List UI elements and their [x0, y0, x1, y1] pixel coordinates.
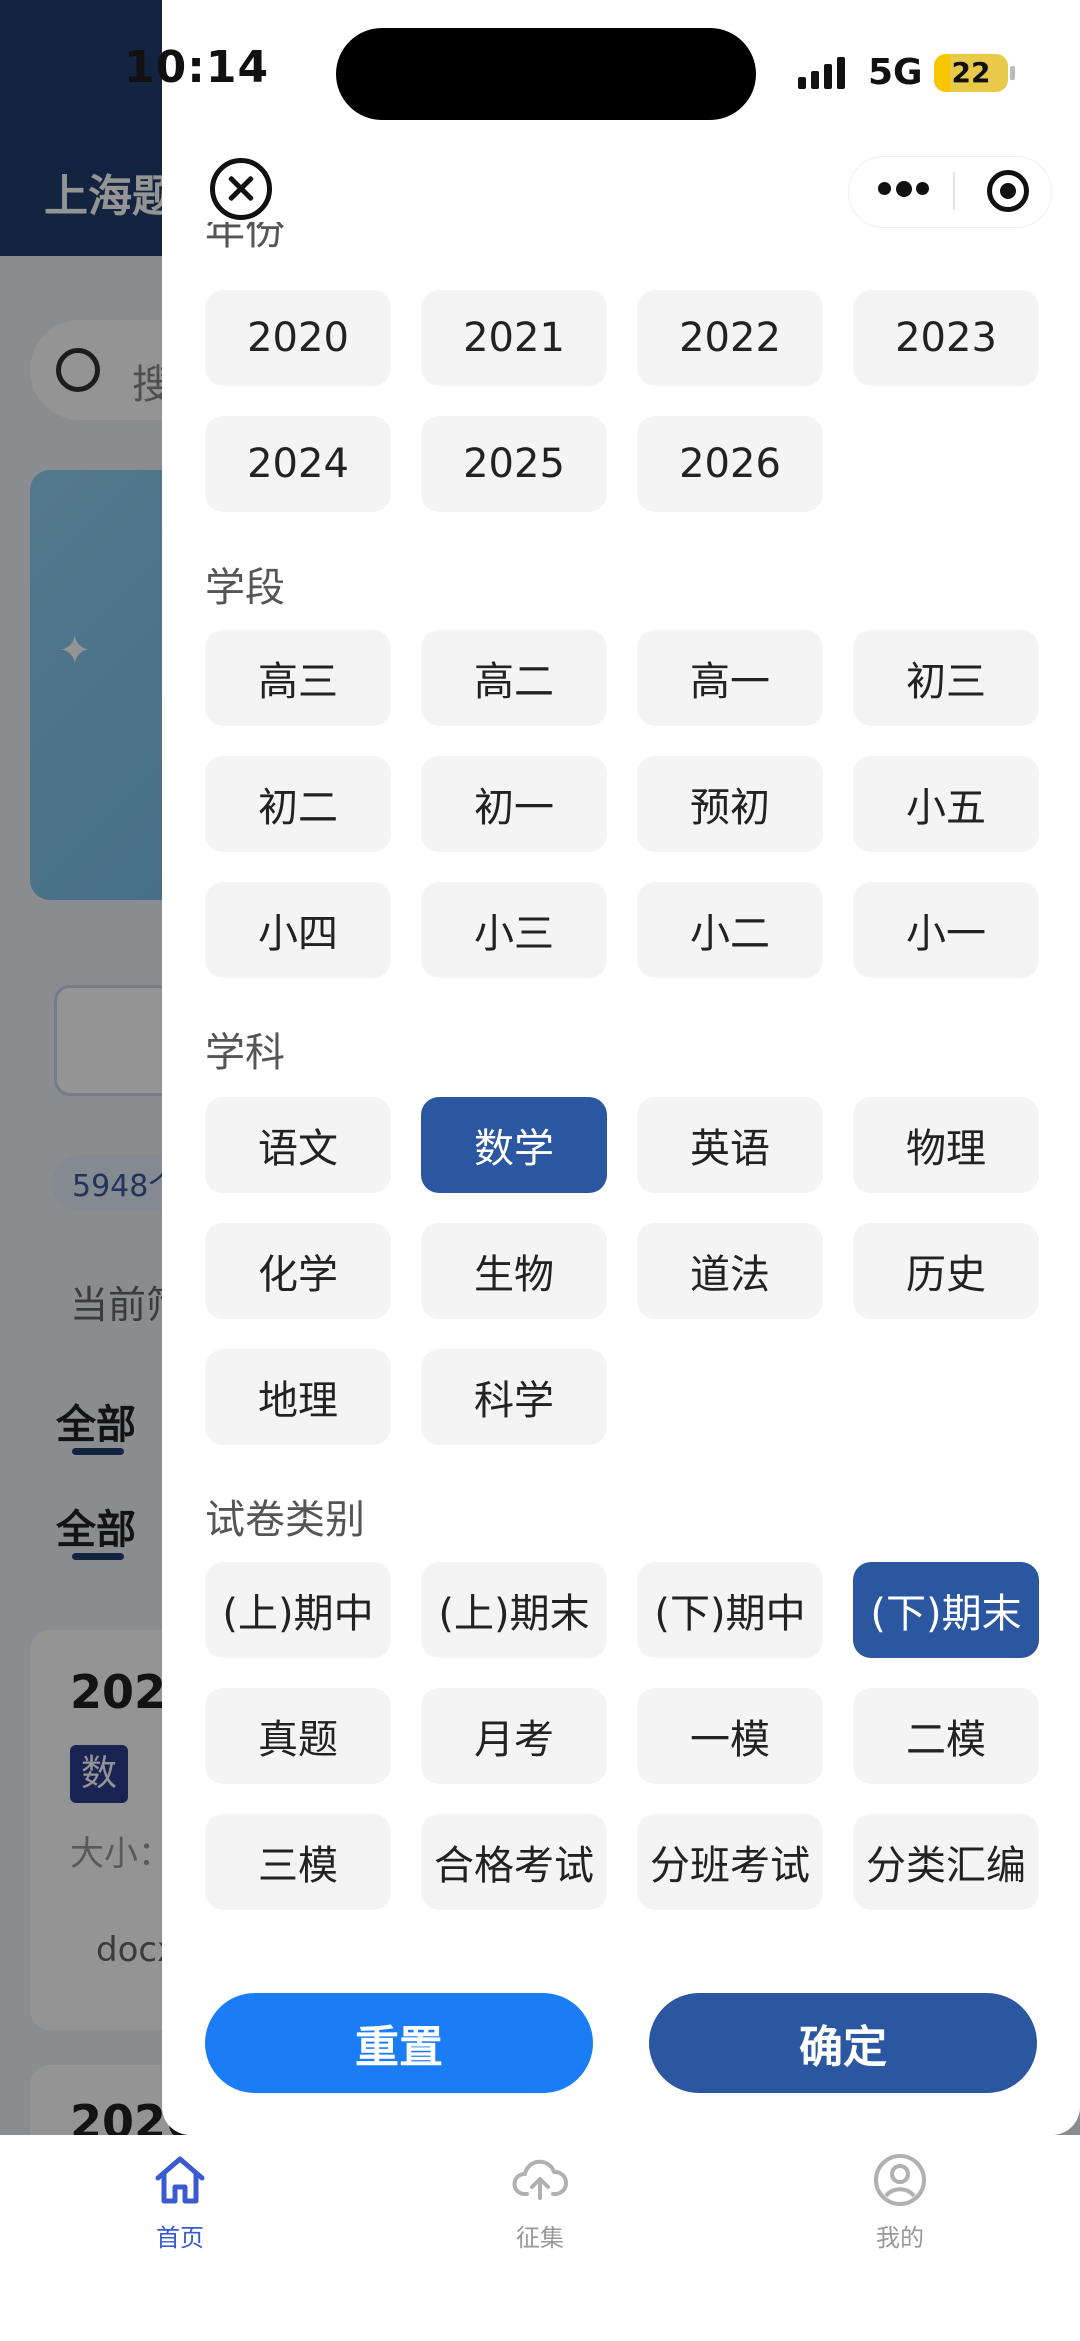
filter-option-chip[interactable]: 2026 [637, 416, 823, 512]
battery-icon: 22 [934, 54, 1008, 92]
filter-option-chip[interactable]: 合格考试 [421, 1814, 607, 1910]
filter-option-chip[interactable]: 2023 [853, 290, 1039, 386]
filter-option-chip[interactable]: 数学 [421, 1097, 607, 1193]
filter-option-chip[interactable]: 月考 [421, 1688, 607, 1784]
filter-option-chip[interactable]: 分类汇编 [853, 1814, 1039, 1910]
filter-option-chip[interactable]: 历史 [853, 1223, 1039, 1319]
close-icon[interactable] [210, 158, 272, 220]
network-type: 5G [868, 52, 923, 93]
filter-option-chip[interactable]: 三模 [205, 1814, 391, 1910]
filter-option-chip[interactable]: 英语 [637, 1097, 823, 1193]
filter-option-chip[interactable]: 地理 [205, 1349, 391, 1445]
home-icon [150, 2150, 210, 2210]
capsule-divider [953, 172, 955, 210]
tab-home-label: 首页 [156, 2224, 204, 2252]
signal-icon [798, 55, 850, 89]
tab-collect[interactable]: 征集 [450, 2150, 630, 2253]
filter-option-chip[interactable]: 二模 [853, 1688, 1039, 1784]
filter-option-chip[interactable]: 科学 [421, 1349, 607, 1445]
status-time: 10:14 [124, 42, 270, 93]
target-icon[interactable] [987, 170, 1029, 212]
filter-option-chip[interactable]: 小三 [421, 882, 607, 978]
filter-option-chip[interactable]: 高一 [637, 630, 823, 726]
tab-mine-label: 我的 [876, 2224, 924, 2252]
filter-option-chip[interactable]: 化学 [205, 1223, 391, 1319]
filter-option-chip[interactable]: (下)期末 [853, 1562, 1039, 1658]
filter-option-chip[interactable]: (上)期末 [421, 1562, 607, 1658]
cloud-upload-icon [510, 2150, 570, 2210]
section-title: 年份 [205, 222, 285, 254]
filter-option-chip[interactable]: 2021 [421, 290, 607, 386]
filter-option-chip[interactable]: 小五 [853, 756, 1039, 852]
filter-option-chip[interactable]: 高二 [421, 630, 607, 726]
filter-option-chip[interactable]: 道法 [637, 1223, 823, 1319]
more-icon[interactable] [878, 181, 930, 198]
filter-option-chip[interactable]: 物理 [853, 1097, 1039, 1193]
section-title: 学科 [205, 1030, 285, 1076]
filter-option-chip[interactable]: 初一 [421, 756, 607, 852]
filter-option-chip[interactable]: 2022 [637, 290, 823, 386]
filter-option-chip[interactable]: (下)期中 [637, 1562, 823, 1658]
section-title: 试卷类别 [205, 1497, 365, 1543]
filter-option-chip[interactable]: 初三 [853, 630, 1039, 726]
tab-mine[interactable]: 我的 [810, 2150, 990, 2253]
filter-option-chip[interactable]: 小二 [637, 882, 823, 978]
filter-option-chip[interactable]: 小一 [853, 882, 1039, 978]
battery-level: 22 [951, 56, 991, 89]
tab-collect-label: 征集 [516, 2224, 564, 2252]
reset-button[interactable]: 重置 [205, 1993, 593, 2093]
dynamic-island [336, 28, 756, 120]
section-title: 学段 [205, 565, 285, 611]
filter-option-chip[interactable]: 分班考试 [637, 1814, 823, 1910]
filter-option-chip[interactable]: 高三 [205, 630, 391, 726]
filter-option-chip[interactable]: 2020 [205, 290, 391, 386]
filter-option-chip[interactable]: 预初 [637, 756, 823, 852]
filter-option-chip[interactable]: 小四 [205, 882, 391, 978]
filter-option-chip[interactable]: (上)期中 [205, 1562, 391, 1658]
battery-cap [1010, 66, 1015, 80]
filter-option-chip[interactable]: 初二 [205, 756, 391, 852]
filter-option-chip[interactable]: 语文 [205, 1097, 391, 1193]
tab-home[interactable]: 首页 [90, 2150, 270, 2253]
filter-option-chip[interactable]: 2025 [421, 416, 607, 512]
filter-option-chip[interactable]: 一模 [637, 1688, 823, 1784]
user-icon [870, 2150, 930, 2210]
filter-option-chip[interactable]: 生物 [421, 1223, 607, 1319]
filter-option-chip[interactable]: 真题 [205, 1688, 391, 1784]
filter-option-chip[interactable]: 2024 [205, 416, 391, 512]
confirm-button[interactable]: 确定 [649, 1993, 1037, 2093]
